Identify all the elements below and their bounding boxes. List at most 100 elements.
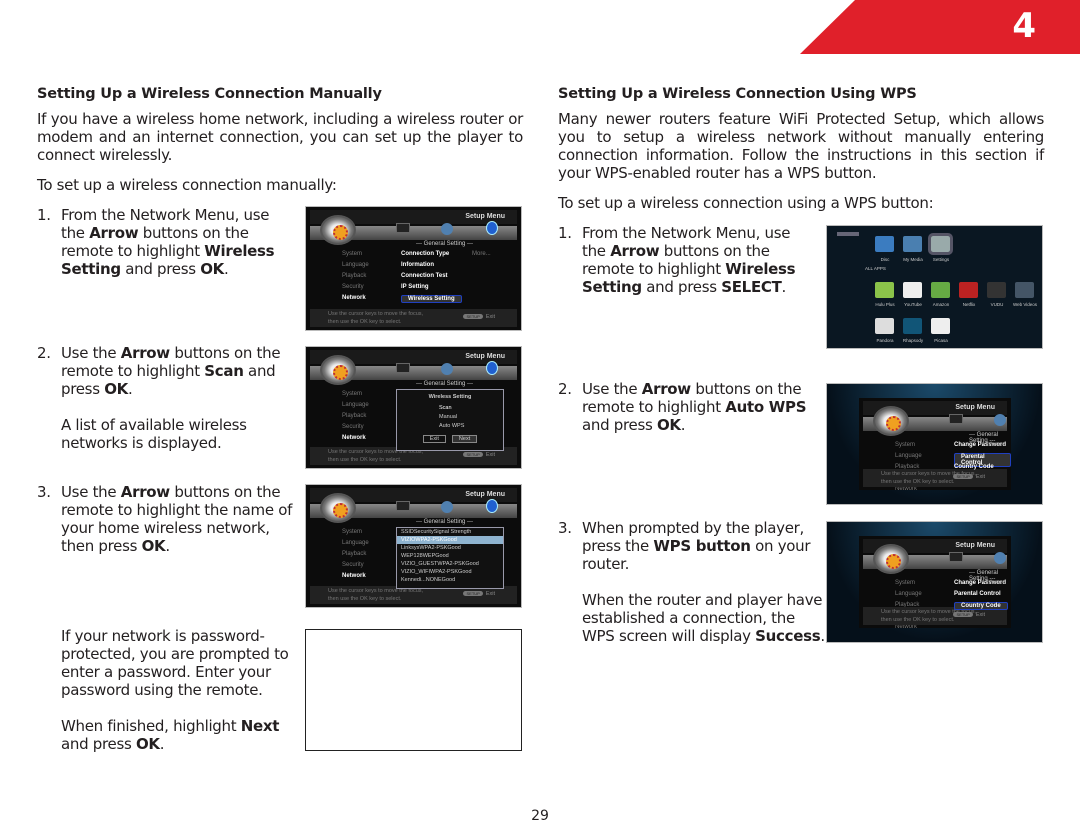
- app-amazon-icon: [931, 282, 950, 298]
- exit-hint: Exit: [463, 313, 495, 321]
- app-label: Web Videos: [1012, 302, 1038, 307]
- network-cell: Kennedi...: [401, 577, 426, 583]
- app-netflix-icon: [959, 282, 978, 298]
- app-hulu-plus-icon: [875, 282, 894, 298]
- step-text: .: [165, 537, 170, 555]
- step-bold: Success: [755, 627, 821, 645]
- step-bold: OK: [135, 735, 160, 753]
- left-intro: If you have a wireless home network, inc…: [37, 110, 523, 164]
- network-cell: Good: [447, 545, 461, 551]
- column-header: Security: [413, 529, 434, 535]
- settings-gear-icon: [320, 355, 356, 385]
- wps-background: Setup Menu --- General Setting --- System L…: [827, 384, 1042, 504]
- display-icon: [949, 414, 963, 424]
- info-icon: [486, 221, 498, 235]
- right-step-1: 1. From the Network Menu, use the Arrow …: [558, 224, 808, 296]
- audio-icon: [441, 501, 453, 513]
- footer-hint: Use the cursor keys to move the focus, th…: [310, 309, 517, 327]
- password-note: If your network is password-protected, y…: [61, 627, 289, 699]
- screenshot-wps-2: Setup Menu --- General Setting --- System L…: [826, 521, 1043, 643]
- info-icon: [486, 361, 498, 375]
- step-bold: SELECT: [721, 278, 782, 296]
- right-lead: To set up a wireless connection using a …: [558, 194, 934, 212]
- column-header: SSID: [401, 529, 414, 535]
- network-option: Information: [401, 262, 434, 268]
- screenshot-network-menu: Setup Menu --- General Setting --- System L…: [305, 206, 522, 331]
- step-number: 3.: [558, 519, 572, 537]
- step-text: When finished, highlight: [61, 717, 241, 735]
- right-step-2: 2. Use the Arrow buttons on the remote t…: [558, 380, 808, 434]
- network-cell: NONE: [425, 577, 442, 583]
- network-cell: Good: [443, 537, 457, 543]
- screenshot-home-menu: Disc My Media Settings ALL APPS Hulu Plus You…: [826, 225, 1043, 349]
- app-rhapsody-icon: [903, 318, 922, 334]
- exit-hint: Exit: [953, 611, 985, 619]
- network-cell: Good: [441, 577, 456, 583]
- security-option: Parental Control: [954, 591, 1001, 597]
- network-cell: Good: [435, 553, 449, 559]
- app-vudu-icon: [987, 282, 1006, 298]
- menu-item-playback: Playback: [342, 273, 367, 279]
- step-bold: OK: [104, 380, 128, 398]
- settings-gear-icon: [320, 215, 356, 245]
- display-icon: [396, 223, 410, 233]
- network-row: VIZIO_GUEST WPA2-PSK Good: [397, 560, 503, 568]
- setup-menu-window: Setup Menu --- General Setting --- System L…: [859, 398, 1011, 490]
- step-bold: Arrow: [641, 380, 691, 398]
- audio-icon: [994, 552, 1006, 564]
- left-step-2: 2. Use the Arrow buttons on the remote t…: [37, 344, 287, 452]
- network-cell: WEP: [422, 553, 436, 559]
- network-list-header: SSID Security Signal Strength: [397, 528, 503, 536]
- wireless-option: Scan: [439, 405, 452, 411]
- step-number: 3.: [37, 483, 51, 501]
- network-cell: VIZIO_WIFI: [401, 569, 431, 575]
- screenshot-wps-1: Setup Menu --- General Setting --- System L…: [826, 383, 1043, 505]
- menu-item-security: Security: [342, 562, 364, 568]
- security-option: Country Code: [954, 602, 1008, 610]
- right-heading: Setting Up a Wireless Connection Using W…: [558, 86, 917, 102]
- menu-item-system: System: [342, 529, 363, 535]
- menu-item-network: Network: [342, 435, 366, 441]
- network-cell: VIZIO_GUEST: [401, 561, 438, 567]
- exit-hint: Exit: [463, 590, 495, 598]
- menu-item-playback: Playback: [342, 413, 367, 419]
- menu-item-system: System: [342, 251, 363, 257]
- section-title: --- General Setting ---: [416, 519, 474, 525]
- blank-screenshot-box: [305, 629, 522, 751]
- setup-menu-window: Setup Menu --- General Setting --- System L…: [859, 536, 1011, 628]
- step-text: Use the: [61, 344, 121, 362]
- chapter-number: 4: [1012, 6, 1036, 46]
- network-cell: Linksys: [401, 545, 420, 551]
- menu-item-network: Network: [342, 295, 366, 301]
- step-text: .: [680, 416, 686, 434]
- all-apps-label: ALL APPS: [865, 266, 886, 271]
- step-text: and press: [120, 260, 201, 278]
- home-item-label: Settings: [932, 257, 950, 262]
- home-disc-icon: [875, 236, 894, 252]
- network-cell: Good: [465, 561, 479, 567]
- audio-icon: [441, 223, 453, 235]
- menu-item-language: Language: [342, 540, 369, 546]
- step-bold: Arrow: [89, 224, 139, 242]
- exit-hint: Exit: [953, 473, 985, 481]
- network-cell: Good: [458, 569, 472, 575]
- more-link: More...: [987, 580, 1006, 586]
- chapter-tab-shape: [800, 0, 1080, 54]
- home-my-media-icon: [903, 236, 922, 252]
- step-text: Use the: [61, 483, 121, 501]
- display-icon: [949, 552, 963, 562]
- dialog-exit-button: Exit: [422, 435, 446, 443]
- dialog-title: Wireless Setting: [428, 394, 472, 400]
- step-text: .: [820, 627, 825, 645]
- step-text: .: [127, 380, 133, 398]
- step-bold: Next: [240, 717, 280, 735]
- network-option: Wireless Setting: [401, 295, 462, 303]
- menu-item-playback: Playback: [342, 551, 367, 557]
- right-step-3: 3. When prompted by the player, press th…: [558, 519, 826, 645]
- step-text: .: [781, 278, 787, 296]
- step-text: and press: [582, 416, 657, 434]
- network-cell: VIZIO: [401, 537, 416, 543]
- wireless-option: Auto WPS: [439, 423, 465, 429]
- app-youtube-icon: [903, 282, 922, 298]
- step-number: 2.: [558, 380, 572, 398]
